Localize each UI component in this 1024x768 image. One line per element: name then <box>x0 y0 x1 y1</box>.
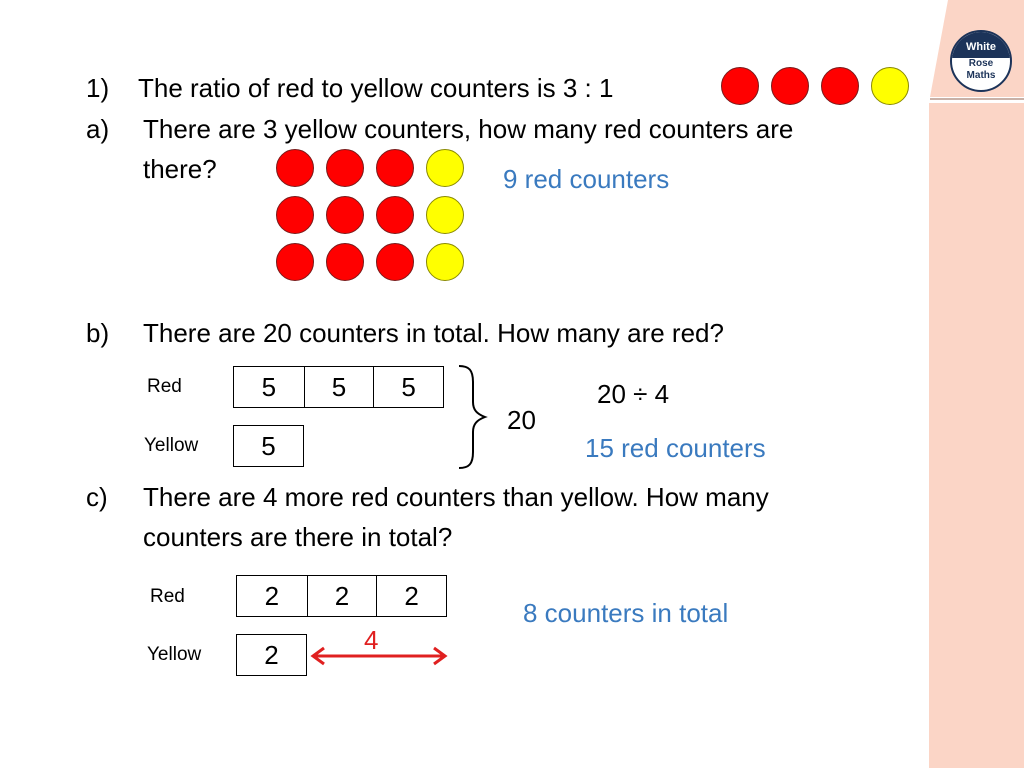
part-b-working: 20 ÷ 4 <box>597 379 670 409</box>
red-counter <box>276 149 314 187</box>
bar-cell: 5 <box>261 371 277 402</box>
bar-cell: 2 <box>264 580 280 611</box>
part-b-answer: 15 red counters <box>585 433 766 463</box>
part-a-label: a) <box>86 114 110 144</box>
part-c-question-line2: counters are there in total? <box>143 522 453 552</box>
bar-model-red-c: 222 <box>236 575 447 617</box>
yellow-counter <box>426 149 464 187</box>
red-counter <box>276 243 314 281</box>
logo-text-maths: Maths <box>966 70 996 82</box>
red-counter <box>326 196 364 234</box>
red-counter <box>376 243 414 281</box>
red-counter <box>276 196 314 234</box>
bar-cell: 5 <box>373 367 443 407</box>
bar-label-yellow-c: Yellow <box>147 644 202 665</box>
red-counter <box>376 149 414 187</box>
difference-label: 4 <box>364 625 379 655</box>
red-counter <box>721 67 759 105</box>
part-a-question-line1: There are 3 yellow counters, how many re… <box>143 114 794 144</box>
part-a-answer: 9 red counters <box>503 164 670 194</box>
yellow-counter <box>871 67 909 105</box>
red-counter <box>326 243 364 281</box>
bar-label-yellow: Yellow <box>144 435 199 456</box>
part-c-question-line1: There are 4 more red counters than yello… <box>143 482 769 512</box>
question-ratio-text: The ratio of red to yellow counters is 3… <box>138 73 614 103</box>
question-number: 1) <box>86 73 110 103</box>
white-rose-maths-logo: White Rose Maths <box>950 30 1012 92</box>
red-counter <box>821 67 859 105</box>
yellow-counter <box>426 243 464 281</box>
bar-total: 20 <box>507 405 536 435</box>
red-counter <box>326 149 364 187</box>
bar-model-yellow: 5 <box>233 425 304 467</box>
bar-model-red: 555 <box>233 366 444 408</box>
bar-cell: 2 <box>264 639 279 670</box>
part-c-label: c) <box>86 482 108 512</box>
yellow-counter <box>426 196 464 234</box>
part-b-question: There are 20 counters in total. How many… <box>143 318 724 348</box>
bar-cell: 5 <box>261 430 276 461</box>
bar-cell: 2 <box>376 576 446 616</box>
double-arrow-icon <box>310 646 448 666</box>
logo-text-rose: Rose <box>968 58 994 70</box>
bar-cell: 2 <box>306 576 377 616</box>
red-counter <box>771 67 809 105</box>
part-a-question-line2: there? <box>143 154 217 184</box>
bar-cell: 5 <box>303 367 374 407</box>
logo-text-white: White <box>952 32 1010 59</box>
side-panel <box>929 103 1024 768</box>
curly-brace-icon <box>458 365 488 469</box>
bar-label-red: Red <box>147 376 182 397</box>
bar-model-yellow-c: 2 <box>236 634 307 676</box>
red-counter <box>376 196 414 234</box>
part-c-answer: 8 counters in total <box>523 598 729 628</box>
bar-label-red-c: Red <box>150 586 185 607</box>
part-b-label: b) <box>86 318 110 348</box>
